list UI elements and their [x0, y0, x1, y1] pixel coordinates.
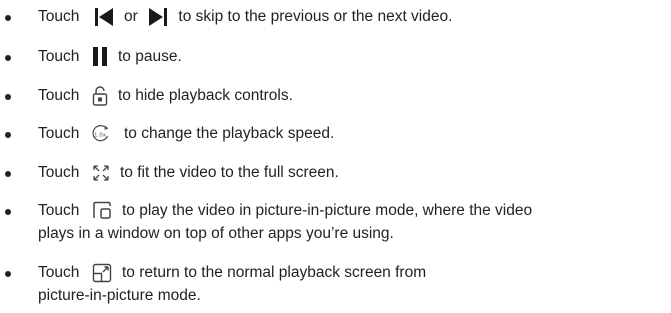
picture-in-picture-icon — [92, 201, 112, 221]
bullet — [5, 15, 11, 21]
touch-label: Touch — [38, 87, 80, 104]
speed-label: 1.0x — [94, 132, 107, 138]
item-description: to change the playback speed. — [124, 125, 335, 142]
item-text: Touch 1.0x to change the playback speed. — [38, 123, 661, 145]
item-description: to play the video in picture-in-picture … — [122, 202, 533, 219]
lock-icon — [92, 86, 108, 106]
pause-icon — [92, 47, 108, 67]
touch-label: Touch — [38, 264, 80, 281]
or-label: or — [124, 8, 138, 25]
item-description: to skip to the previous or the next vide… — [178, 8, 453, 25]
touch-label: Touch — [38, 202, 80, 219]
skip-previous-icon — [94, 7, 114, 27]
item-text: Touch to pause. — [38, 46, 661, 68]
item-text: Touch to hide playback controls. — [38, 85, 661, 107]
bullet — [5, 55, 11, 61]
item-description: to hide playback controls. — [118, 87, 293, 104]
skip-next-icon — [148, 7, 168, 27]
item-description-line2: plays in a window on top of other apps y… — [38, 225, 394, 242]
bullet — [5, 271, 11, 277]
item-text: Touch to return to the normal playback s… — [38, 262, 661, 284]
bullet — [5, 209, 11, 215]
item-description: to return to the normal playback screen … — [122, 264, 427, 281]
item-text: Touch to play the video in picture-in-pi… — [38, 200, 661, 222]
playback-speed-icon: 1.0x — [92, 124, 114, 144]
bullet — [5, 132, 11, 138]
item-description: to pause. — [118, 48, 182, 65]
bullet — [5, 171, 11, 177]
item-text: Touch or to skip to the previous or the … — [38, 6, 661, 28]
item-description-line2: picture-in-picture mode. — [38, 287, 201, 304]
fullscreen-icon — [92, 164, 110, 182]
bullet — [5, 94, 11, 100]
touch-label: Touch — [38, 125, 80, 142]
touch-label: Touch — [38, 8, 80, 25]
touch-label: Touch — [38, 48, 80, 65]
item-description: to fit the video to the full screen. — [120, 164, 339, 181]
item-text: Touch to fit the video to the full scree… — [38, 162, 661, 184]
touch-label: Touch — [38, 164, 80, 181]
return-to-full-icon — [92, 263, 112, 283]
